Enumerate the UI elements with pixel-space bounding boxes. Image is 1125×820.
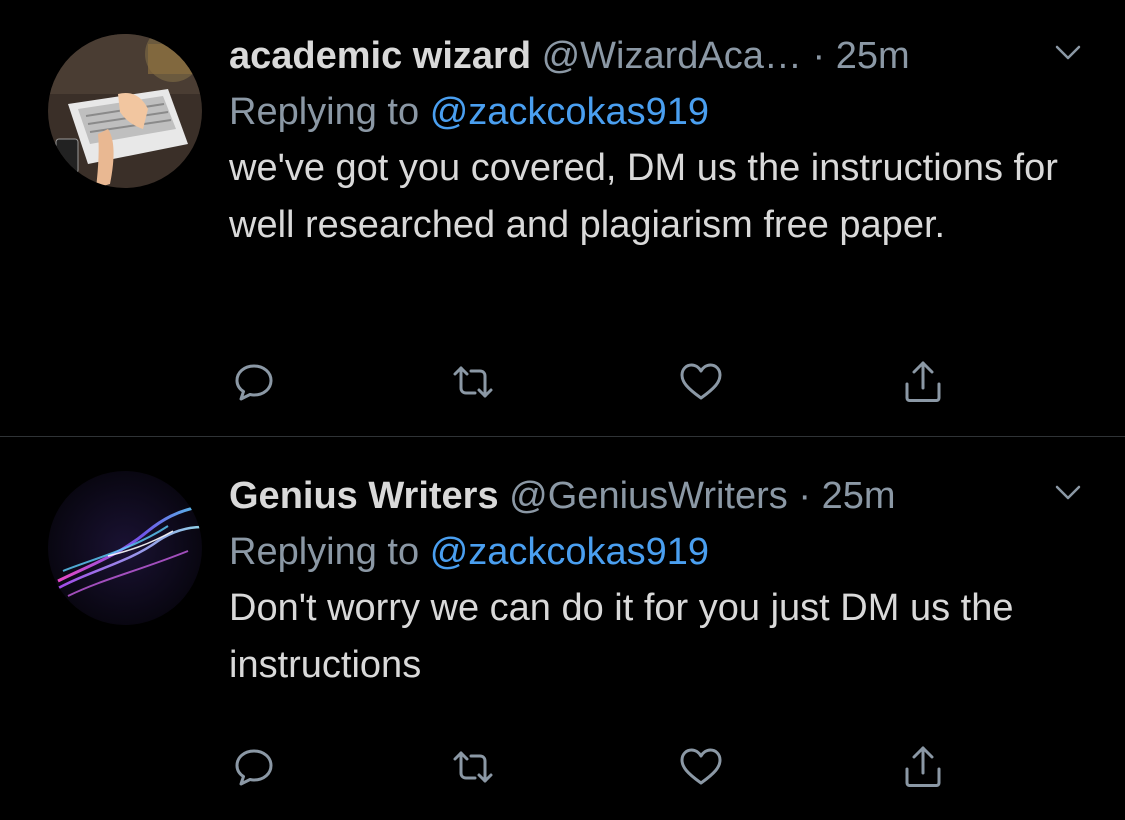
reply-icon xyxy=(235,364,273,401)
retweet-button[interactable] xyxy=(443,352,503,412)
laptop-typing-photo-icon xyxy=(48,34,202,188)
action-bar xyxy=(0,737,1125,797)
display-name[interactable]: Genius Writers xyxy=(229,475,499,517)
like-button[interactable] xyxy=(671,737,731,797)
avatar[interactable] xyxy=(48,471,202,625)
like-icon xyxy=(680,363,722,400)
user-handle[interactable]: @WizardAca… xyxy=(542,35,802,77)
retweet-button[interactable] xyxy=(443,737,503,797)
tweet[interactable]: academic wizard @WizardAca… · 25m Replyi… xyxy=(0,0,1125,436)
retweet-icon xyxy=(453,366,493,398)
tweet[interactable]: Genius Writers @GeniusWriters · 25m Repl… xyxy=(0,437,1125,820)
share-button[interactable] xyxy=(893,737,953,797)
like-icon xyxy=(680,748,722,785)
reply-button[interactable] xyxy=(224,352,284,412)
share-icon xyxy=(905,361,941,402)
timestamp[interactable]: 25m xyxy=(822,475,896,517)
chevron-down-icon[interactable] xyxy=(1055,484,1081,502)
tweet-header: academic wizard @WizardAca… · 25m xyxy=(229,32,1095,80)
replying-to: Replying to @zackcokas919 xyxy=(229,88,1095,136)
replying-to-label: Replying to xyxy=(229,531,420,573)
share-icon xyxy=(905,746,941,787)
replying-to: Replying to @zackcokas919 xyxy=(229,528,1095,576)
tweet-text: Don't worry we can do it for you just DM… xyxy=(229,587,1014,686)
timestamp[interactable]: 25m xyxy=(836,35,910,77)
share-button[interactable] xyxy=(893,352,953,412)
chevron-down-icon[interactable] xyxy=(1055,44,1081,62)
tweet-header: Genius Writers @GeniusWriters · 25m xyxy=(229,472,1095,520)
reply-handle-link[interactable]: @zackcokas919 xyxy=(430,531,709,573)
user-handle[interactable]: @GeniusWriters xyxy=(509,475,788,517)
reply-icon xyxy=(235,749,273,786)
replying-to-label: Replying to xyxy=(229,91,420,133)
tweet-text: we've got you covered, DM us the instruc… xyxy=(229,147,1058,246)
action-bar xyxy=(0,352,1125,412)
reply-handle-link[interactable]: @zackcokas919 xyxy=(430,91,709,133)
reply-button[interactable] xyxy=(224,737,284,797)
avatar[interactable] xyxy=(48,34,202,188)
like-button[interactable] xyxy=(671,352,731,412)
separator: · xyxy=(812,35,826,77)
retweet-icon xyxy=(453,751,493,783)
light-streaks-logo-icon xyxy=(48,471,202,625)
display-name[interactable]: academic wizard xyxy=(229,35,531,77)
separator: · xyxy=(798,475,811,517)
